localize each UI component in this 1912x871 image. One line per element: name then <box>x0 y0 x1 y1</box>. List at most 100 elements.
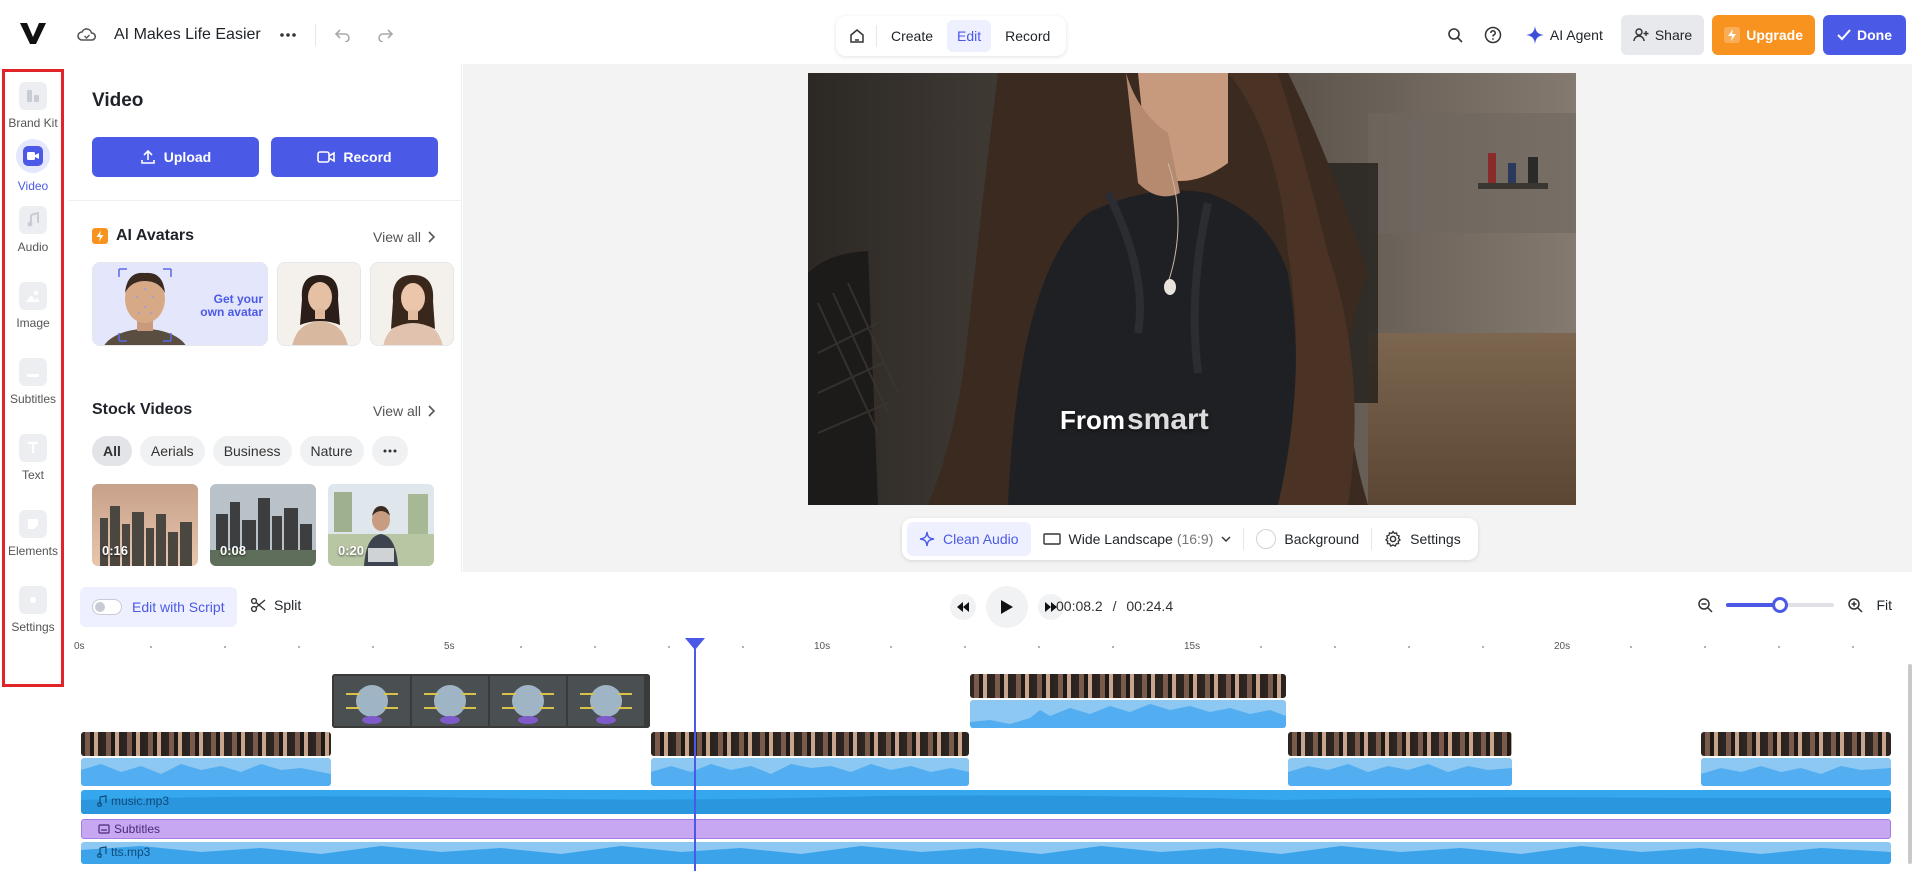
split-button[interactable]: Split <box>250 597 301 613</box>
ruler-label: 15s <box>1184 641 1201 652</box>
audio-waveform[interactable] <box>651 758 969 786</box>
ruler-tick <box>890 646 892 648</box>
audio-waveform[interactable] <box>970 700 1286 728</box>
sidebar-item-settings[interactable]: Settings <box>5 586 61 634</box>
audio-waveform[interactable] <box>81 758 331 786</box>
fit-button[interactable]: Fit <box>1876 597 1892 613</box>
ruler-tick <box>964 646 966 648</box>
sidebar-item-audio[interactable]: Audio <box>5 206 61 254</box>
video-clip[interactable] <box>81 732 331 756</box>
mode-switcher: Create Edit Record <box>836 16 1067 56</box>
background-button[interactable]: Background <box>1244 522 1371 556</box>
filter-nature[interactable]: Nature <box>299 436 364 466</box>
elements-icon <box>19 510 47 538</box>
sidebar-item-video[interactable]: Video <box>5 139 61 193</box>
music-track-label: music.mp3 <box>97 794 169 808</box>
aspect-ratio-value: (16:9) <box>1176 531 1214 547</box>
upload-button[interactable]: Upload <box>92 137 259 177</box>
ai-agent-button[interactable]: AI Agent <box>1516 17 1613 53</box>
music-track[interactable]: music.mp3 <box>81 790 1891 814</box>
avatars-view-all-link[interactable]: View all <box>373 229 435 245</box>
sidebar-item-label: Brand Kit <box>8 116 58 130</box>
help-icon[interactable] <box>1478 20 1508 50</box>
audio-waveform[interactable] <box>1701 758 1891 786</box>
redo-icon[interactable] <box>370 20 400 50</box>
avatar-card[interactable] <box>370 262 454 346</box>
overlay-video-clip[interactable] <box>332 674 650 728</box>
stock-video-thumbnail[interactable]: 0:08 <box>210 484 316 566</box>
toggle-switch[interactable] <box>92 599 122 615</box>
filter-all[interactable]: All <box>92 436 132 466</box>
zoom-out-icon[interactable] <box>1696 596 1714 614</box>
sidebar-item-label: Elements <box>7 544 59 558</box>
text-icon <box>19 434 47 462</box>
timeline-ruler[interactable]: 0s 5s 10s 15s 20s <box>74 638 1896 658</box>
stock-view-all-link[interactable]: View all <box>373 403 435 419</box>
top-bar: AI Makes Life Easier Create Edit Record … <box>0 0 1912 64</box>
tab-create[interactable]: Create <box>881 20 943 52</box>
video-caption[interactable]: From smart <box>1060 403 1209 437</box>
edit-with-script-toggle[interactable]: Edit with Script <box>80 587 237 627</box>
ruler-label: 0s <box>74 641 85 652</box>
timeline-scrollbar[interactable] <box>1908 664 1912 864</box>
record-button[interactable]: Record <box>271 137 438 177</box>
more-options-icon[interactable] <box>273 20 303 50</box>
filter-business[interactable]: Business <box>212 436 292 466</box>
search-icon[interactable] <box>1440 20 1470 50</box>
avatar-card[interactable] <box>277 262 361 346</box>
play-button[interactable] <box>986 586 1028 628</box>
sidebar-item-brand-kit[interactable]: Brand Kit <box>5 82 61 130</box>
stock-video-thumbnail[interactable]: 0:16 <box>92 484 198 566</box>
get-avatar-card[interactable]: Get your own avatar <box>92 262 268 346</box>
settings-button[interactable]: Settings <box>1372 522 1473 556</box>
video-preview[interactable] <box>808 73 1576 505</box>
stock-video-thumbnail[interactable]: 0:20 <box>328 484 434 566</box>
more-filters-button[interactable] <box>371 436 408 466</box>
ruler-tick <box>1630 646 1632 648</box>
project-title[interactable]: AI Makes Life Easier <box>114 26 261 44</box>
zoom-slider-handle[interactable] <box>1772 597 1789 613</box>
zoom-in-icon[interactable] <box>1846 596 1864 614</box>
video-camera-icon <box>317 151 336 163</box>
filter-aerials[interactable]: Aerials <box>139 436 205 466</box>
tab-edit[interactable]: Edit <box>947 20 992 52</box>
stock-filter-chips: All Aerials Business Nature <box>92 436 408 466</box>
ruler-tick <box>1482 646 1484 648</box>
video-clip[interactable] <box>1701 732 1891 756</box>
undo-icon[interactable] <box>328 20 358 50</box>
aspect-ratio-dropdown[interactable]: Wide Landscape (16:9) <box>1031 522 1244 556</box>
tab-record[interactable]: Record <box>995 20 1060 52</box>
upload-icon <box>140 149 155 164</box>
video-clip[interactable] <box>1288 732 1512 756</box>
lightning-icon <box>1724 27 1741 43</box>
video-duration: 0:08 <box>220 543 247 558</box>
chevron-right-icon <box>428 231 435 243</box>
done-button[interactable]: Done <box>1823 15 1906 55</box>
playhead[interactable] <box>685 638 705 871</box>
ruler-tick <box>1260 646 1262 648</box>
sidebar-item-image[interactable]: Image <box>5 282 61 330</box>
video-clip[interactable] <box>651 732 969 756</box>
rewind-button[interactable] <box>950 594 976 620</box>
upgrade-button[interactable]: Upgrade <box>1712 15 1815 55</box>
video-clip[interactable] <box>970 674 1286 698</box>
cloud-icon <box>72 20 102 50</box>
chevron-right-icon <box>428 405 435 417</box>
app-logo[interactable] <box>18 18 48 48</box>
clean-audio-button[interactable]: Clean Audio <box>907 522 1031 556</box>
sparkle-icon <box>1525 26 1544 44</box>
sidebar-item-subtitles[interactable]: Subtitles <box>5 358 61 406</box>
ruler-tick <box>1334 646 1336 648</box>
sidebar-item-text[interactable]: Text <box>5 434 61 482</box>
stock-videos-heading: Stock Videos <box>92 401 193 418</box>
tts-track[interactable]: tts.mp3 <box>81 842 1891 864</box>
subtitles-track[interactable]: Subtitles <box>81 819 1891 839</box>
ruler-tick <box>1112 646 1114 648</box>
sidebar-item-elements[interactable]: Elements <box>5 510 61 558</box>
zoom-slider[interactable] <box>1726 597 1835 613</box>
share-button[interactable]: Share <box>1620 15 1705 55</box>
home-icon[interactable] <box>842 21 872 51</box>
left-sidebar: Brand Kit Video Audio Image Subtitles Te… <box>2 69 64 687</box>
audio-waveform[interactable] <box>1288 758 1512 786</box>
sidebar-item-label: Text <box>21 468 44 482</box>
